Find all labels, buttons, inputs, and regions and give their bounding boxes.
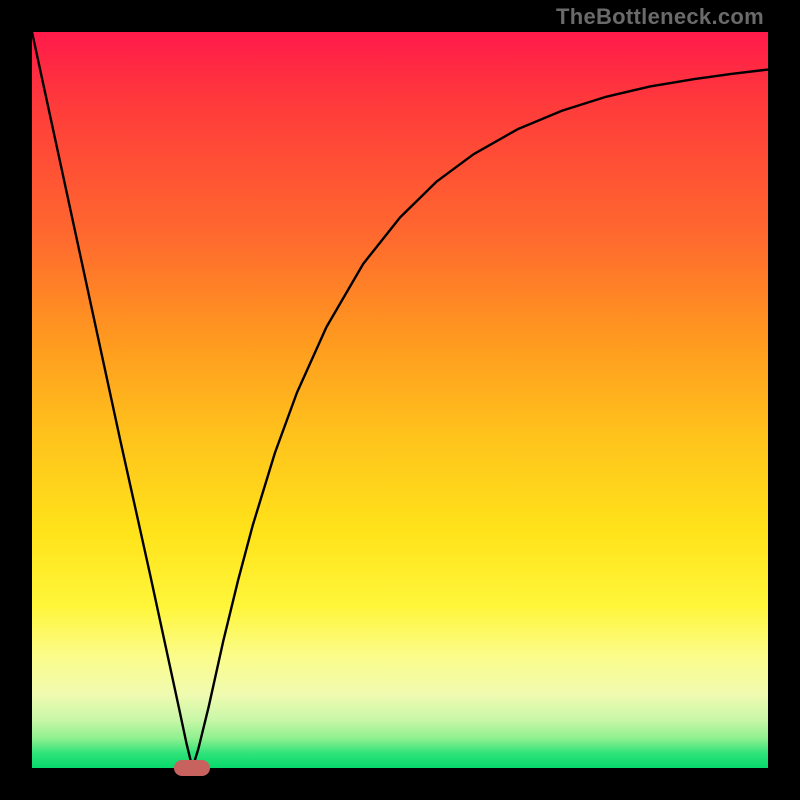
curve-path [32, 32, 768, 768]
chart-frame: TheBottleneck.com [0, 0, 800, 800]
watermark-text: TheBottleneck.com [556, 4, 764, 30]
bottleneck-curve [32, 32, 768, 768]
optimal-marker [174, 760, 210, 776]
plot-area [32, 32, 768, 768]
